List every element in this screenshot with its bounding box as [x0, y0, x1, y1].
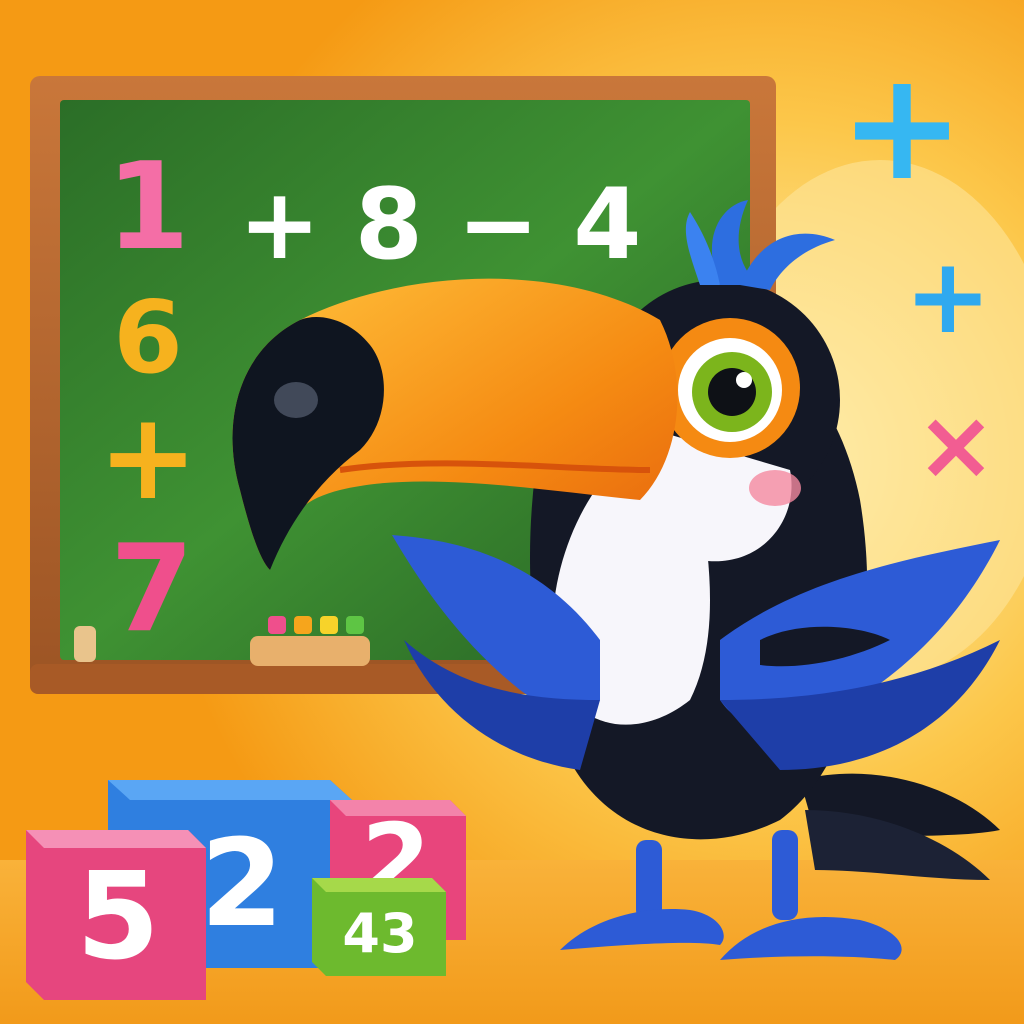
- block-green-number: 43: [342, 902, 417, 965]
- illustration-scene: + 8 − 4 1 6 + 7 + + × 2 2 5 43: [0, 0, 1024, 1024]
- bead-yellow: [320, 616, 338, 634]
- eye-highlight: [736, 372, 752, 388]
- block-pink-left-top: [26, 830, 206, 848]
- floating-plus-small: +: [904, 235, 991, 357]
- block-blue-top: [108, 780, 352, 800]
- column-digit-6: 6: [113, 279, 183, 396]
- left-leg: [636, 840, 662, 920]
- floating-plus-large: +: [839, 40, 965, 214]
- block-green-top: [312, 878, 446, 892]
- chalk-stick: [74, 626, 96, 662]
- block-blue-number: 2: [200, 815, 284, 954]
- eraser: [250, 636, 370, 666]
- bead-orange: [294, 616, 312, 634]
- toucan-math-illustration: + 8 − 4 1 6 + 7 + + × 2 2 5 43: [0, 0, 1024, 1024]
- bead-pink: [268, 616, 286, 634]
- column-digit-7: 7: [110, 520, 194, 659]
- column-digit-1: 1: [106, 138, 190, 277]
- beak-shine: [274, 382, 318, 418]
- bead-green: [346, 616, 364, 634]
- floating-times: ×: [916, 389, 996, 501]
- chalkboard-equation: + 8 − 4: [239, 168, 642, 282]
- right-leg: [772, 830, 798, 920]
- block-pink-left-number: 5: [76, 848, 160, 987]
- column-plus: +: [98, 388, 199, 527]
- toucan-blush: [749, 470, 801, 506]
